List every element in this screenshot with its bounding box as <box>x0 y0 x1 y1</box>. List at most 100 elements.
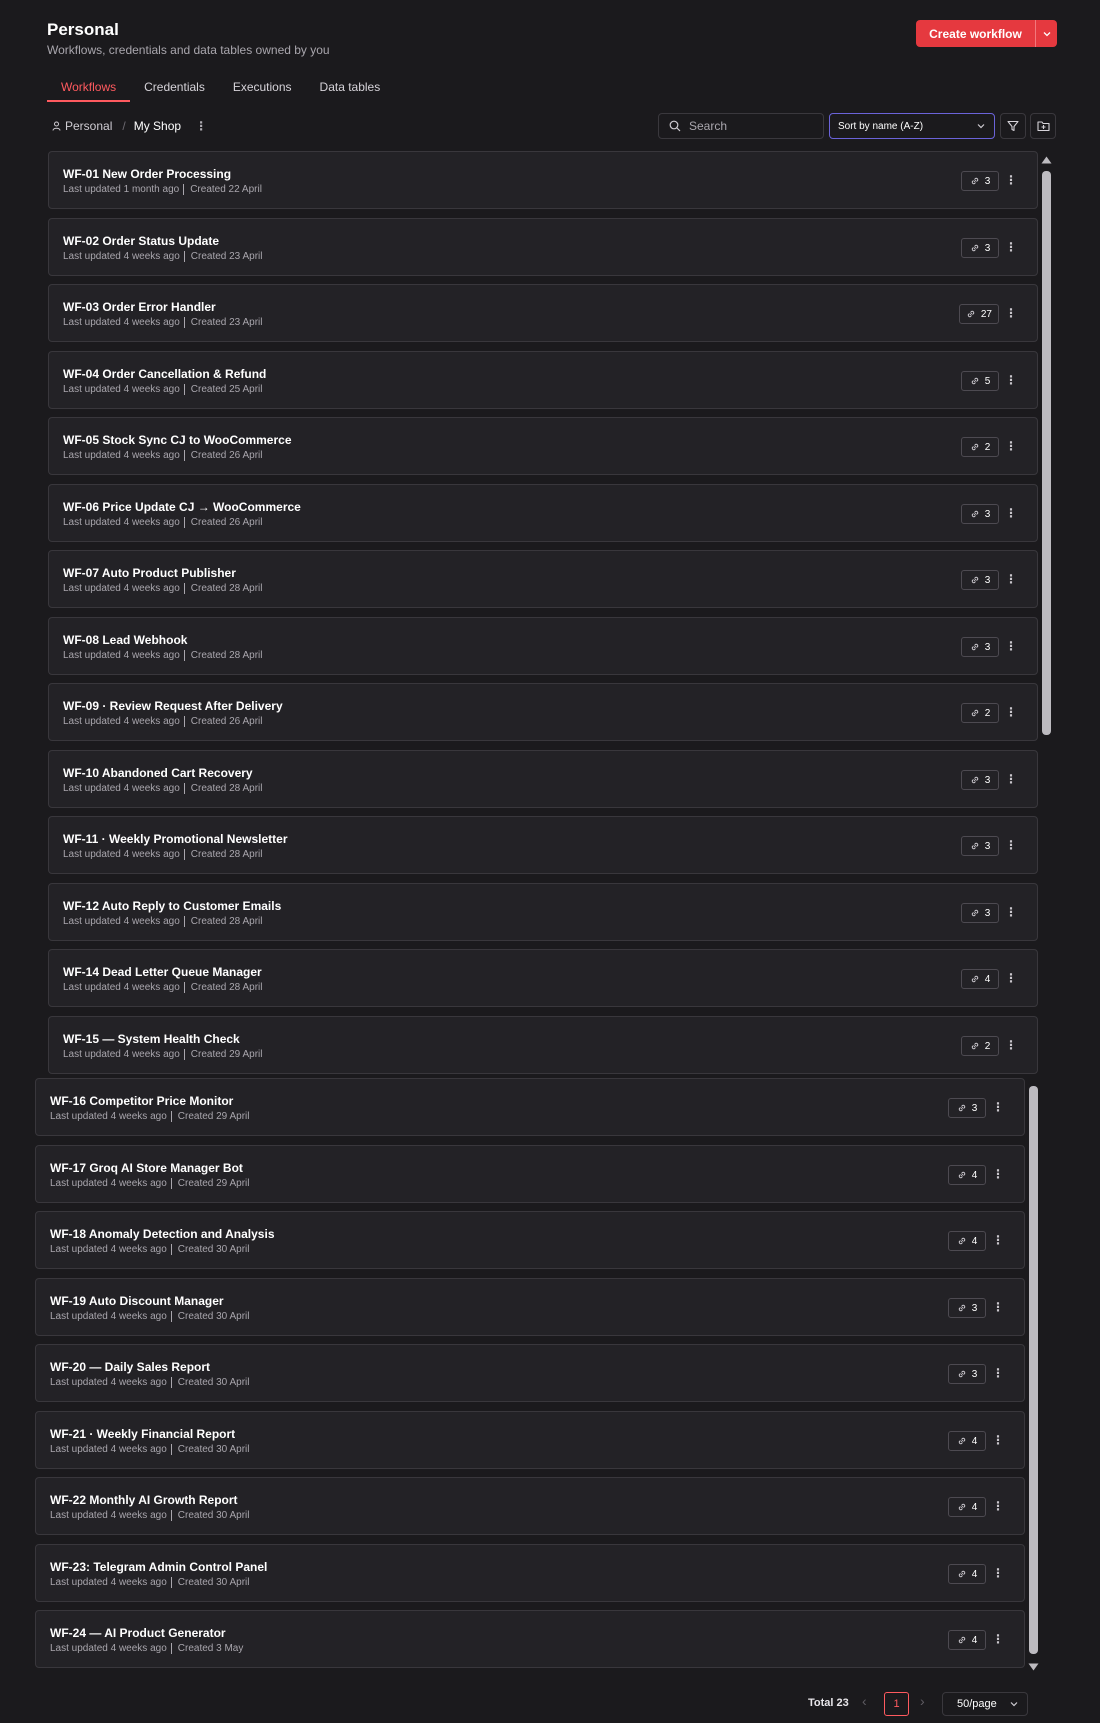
workflow-card[interactable]: WF-16 Competitor Price Monitor Last updat… <box>35 1078 1025 1136</box>
scrollbar-lower[interactable] <box>1027 1082 1040 1674</box>
credentials-link-badge[interactable]: 3 <box>961 770 999 790</box>
workflow-card[interactable]: WF-03 Order Error Handler Last updated 4 … <box>48 284 1038 342</box>
more-vertical-icon[interactable]: ⋮ <box>1005 239 1017 255</box>
credentials-link-badge[interactable]: 3 <box>961 570 999 590</box>
tab-credentials[interactable]: Credentials <box>130 78 219 102</box>
scroll-down-arrow[interactable] <box>1027 1660 1040 1673</box>
workflow-name[interactable]: WF-16 Competitor Price Monitor <box>50 1094 233 1108</box>
workflow-card[interactable]: WF-23: Telegram Admin Control Panel Last … <box>35 1544 1025 1602</box>
sort-select[interactable]: Sort by name (A-Z) <box>829 113 995 139</box>
credentials-link-badge[interactable]: 4 <box>948 1497 986 1517</box>
pagination-page-1[interactable]: 1 <box>884 1692 909 1716</box>
breadcrumb-more-button[interactable]: ⋮ <box>195 119 207 133</box>
more-vertical-icon[interactable]: ⋮ <box>1005 1037 1017 1053</box>
credentials-link-badge[interactable]: 4 <box>948 1431 986 1451</box>
credentials-link-badge[interactable]: 3 <box>961 238 999 258</box>
workflow-name[interactable]: WF-23: Telegram Admin Control Panel <box>50 1560 267 1574</box>
credentials-link-badge[interactable]: 5 <box>961 371 999 391</box>
workflow-name[interactable]: WF-17 Groq AI Store Manager Bot <box>50 1161 243 1175</box>
breadcrumb-root-label[interactable]: Personal <box>65 119 112 133</box>
workflow-card[interactable]: WF-02 Order Status Update Last updated 4 … <box>48 218 1038 276</box>
credentials-link-badge[interactable]: 27 <box>958 304 999 324</box>
search-field[interactable] <box>658 113 824 139</box>
pagination-next-button[interactable]: › <box>920 1693 925 1709</box>
workflow-name[interactable]: WF-14 Dead Letter Queue Manager <box>63 965 262 979</box>
scrollbar-upper[interactable] <box>1040 151 1053 1072</box>
tab-workflows[interactable]: Workflows <box>47 78 131 102</box>
workflow-name[interactable]: WF-01 New Order Processing <box>63 167 231 181</box>
more-vertical-icon[interactable]: ⋮ <box>1005 438 1017 454</box>
more-vertical-icon[interactable]: ⋮ <box>1005 704 1017 720</box>
workflow-card[interactable]: WF-15 — System Health Check Last updated … <box>48 1016 1038 1074</box>
workflow-name[interactable]: WF-08 Lead Webhook <box>63 633 187 647</box>
credentials-link-badge[interactable]: 4 <box>961 969 999 989</box>
workflow-card[interactable]: WF-09 · Review Request After Delivery Las… <box>48 683 1038 741</box>
workflow-card[interactable]: WF-12 Auto Reply to Customer Emails Last … <box>48 883 1038 941</box>
credentials-link-badge[interactable]: 3 <box>961 171 999 191</box>
credentials-link-badge[interactable]: 3 <box>948 1298 986 1318</box>
workflow-name[interactable]: WF-10 Abandoned Cart Recovery <box>63 766 253 780</box>
more-vertical-icon[interactable]: ⋮ <box>992 1432 1004 1448</box>
more-vertical-icon[interactable]: ⋮ <box>992 1565 1004 1581</box>
more-vertical-icon[interactable]: ⋮ <box>1005 904 1017 920</box>
credentials-link-badge[interactable]: 3 <box>961 836 999 856</box>
more-vertical-icon[interactable]: ⋮ <box>1005 372 1017 388</box>
credentials-link-badge[interactable]: 4 <box>948 1564 986 1584</box>
more-vertical-icon[interactable]: ⋮ <box>1005 837 1017 853</box>
more-vertical-icon[interactable]: ⋮ <box>1005 172 1017 188</box>
more-vertical-icon[interactable]: ⋮ <box>992 1299 1004 1315</box>
workflow-name[interactable]: WF-11 · Weekly Promotional Newsletter <box>63 832 288 846</box>
tab-executions[interactable]: Executions <box>219 78 306 102</box>
more-vertical-icon[interactable]: ⋮ <box>1005 571 1017 587</box>
workflow-card[interactable]: WF-14 Dead Letter Queue Manager Last upda… <box>48 949 1038 1007</box>
more-vertical-icon[interactable]: ⋮ <box>992 1166 1004 1182</box>
credentials-link-badge[interactable]: 4 <box>948 1630 986 1650</box>
create-workflow-label[interactable]: Create workflow <box>916 20 1035 47</box>
more-vertical-icon[interactable]: ⋮ <box>992 1498 1004 1514</box>
credentials-link-badge[interactable]: 3 <box>961 903 999 923</box>
workflow-card[interactable]: WF-11 · Weekly Promotional Newsletter Las… <box>48 816 1038 874</box>
workflow-card[interactable]: WF-01 New Order Processing Last updated 1… <box>48 151 1038 209</box>
credentials-link-badge[interactable]: 4 <box>948 1231 986 1251</box>
more-vertical-icon[interactable]: ⋮ <box>992 1099 1004 1115</box>
more-vertical-icon[interactable]: ⋮ <box>992 1631 1004 1647</box>
workflow-name[interactable]: WF-18 Anomaly Detection and Analysis <box>50 1227 275 1241</box>
page-size-select[interactable]: 50/page <box>942 1692 1028 1716</box>
more-vertical-icon[interactable]: ⋮ <box>1005 305 1017 321</box>
more-vertical-icon[interactable]: ⋮ <box>992 1365 1004 1381</box>
workflow-card[interactable]: WF-06 Price Update CJ → WooCommerce Last … <box>48 484 1038 542</box>
workflow-name[interactable]: WF-06 Price Update CJ → WooCommerce <box>63 500 301 514</box>
search-input[interactable] <box>689 119 809 133</box>
workflow-card[interactable]: WF-24 — AI Product Generator Last updated… <box>35 1610 1025 1668</box>
create-options-dropdown[interactable] <box>1035 20 1057 47</box>
workflow-name[interactable]: WF-04 Order Cancellation & Refund <box>63 367 266 381</box>
workflow-card[interactable]: WF-04 Order Cancellation & Refund Last up… <box>48 351 1038 409</box>
more-vertical-icon[interactable]: ⋮ <box>1005 970 1017 986</box>
credentials-link-badge[interactable]: 3 <box>961 637 999 657</box>
credentials-link-badge[interactable]: 3 <box>961 504 999 524</box>
workflow-card[interactable]: WF-22 Monthly AI Growth Report Last updat… <box>35 1477 1025 1535</box>
workflow-name[interactable]: WF-05 Stock Sync CJ to WooCommerce <box>63 433 292 447</box>
workflow-name[interactable]: WF-21 · Weekly Financial Report <box>50 1427 235 1441</box>
credentials-link-badge[interactable]: 4 <box>948 1165 986 1185</box>
more-vertical-icon[interactable]: ⋮ <box>1005 771 1017 787</box>
scrollbar-thumb[interactable] <box>1042 171 1051 735</box>
new-folder-button[interactable] <box>1030 113 1056 139</box>
workflow-card[interactable]: WF-20 — Daily Sales Report Last updated 4… <box>35 1344 1025 1402</box>
pagination-prev-button[interactable]: ‹ <box>862 1693 867 1709</box>
create-workflow-button[interactable]: Create workflow <box>916 20 1057 47</box>
workflow-name[interactable]: WF-02 Order Status Update <box>63 234 219 248</box>
credentials-link-badge[interactable]: 2 <box>961 437 999 457</box>
workflow-card[interactable]: WF-08 Lead Webhook Last updated 4 weeks a… <box>48 617 1038 675</box>
workflow-card[interactable]: WF-05 Stock Sync CJ to WooCommerce Last u… <box>48 417 1038 475</box>
more-vertical-icon[interactable]: ⋮ <box>1005 505 1017 521</box>
workflow-card[interactable]: WF-18 Anomaly Detection and Analysis Last… <box>35 1211 1025 1269</box>
workflow-card[interactable]: WF-21 · Weekly Financial Report Last upda… <box>35 1411 1025 1469</box>
workflow-name[interactable]: WF-15 — System Health Check <box>63 1032 240 1046</box>
more-vertical-icon[interactable]: ⋮ <box>1005 638 1017 654</box>
workflow-name[interactable]: WF-20 — Daily Sales Report <box>50 1360 210 1374</box>
workflow-name[interactable]: WF-22 Monthly AI Growth Report <box>50 1493 238 1507</box>
workflow-card[interactable]: WF-17 Groq AI Store Manager Bot Last upda… <box>35 1145 1025 1203</box>
workflow-name[interactable]: WF-24 — AI Product Generator <box>50 1626 226 1640</box>
credentials-link-badge[interactable]: 3 <box>948 1098 986 1118</box>
